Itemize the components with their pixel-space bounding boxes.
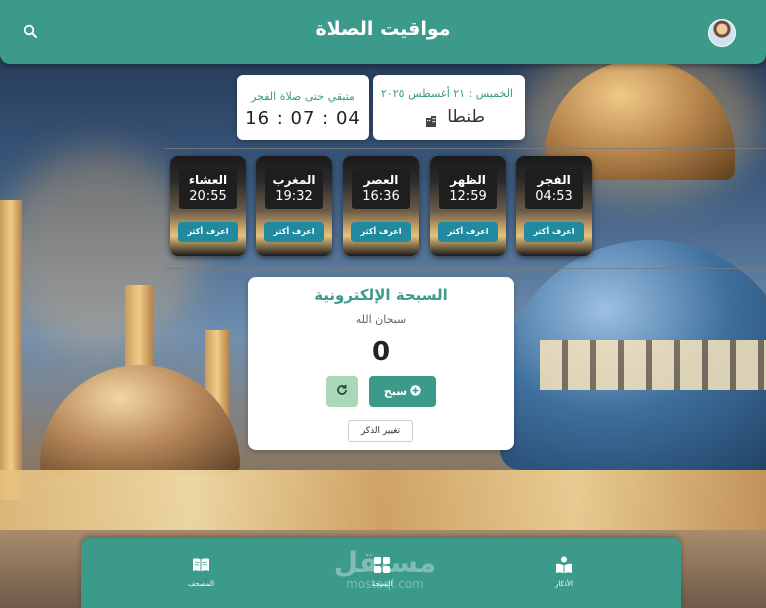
city-name: طنطا — [447, 107, 485, 127]
nav-item-sebha[interactable]: السبحة — [352, 555, 412, 588]
divider-top — [165, 148, 766, 149]
prayer-time: 04:53 — [535, 189, 573, 204]
count-button[interactable]: سبح — [369, 376, 436, 407]
reading-person-icon — [554, 555, 574, 575]
learn-more-button[interactable]: اعرف أكثر — [351, 222, 411, 242]
prayer-info-box: العصر 16:36 — [352, 169, 410, 209]
reset-button[interactable] — [326, 376, 358, 407]
learn-more-button[interactable]: اعرف أكثر — [178, 222, 238, 242]
building-icon — [425, 112, 437, 127]
date-location-card: الخميس : ٢١ أغسطس ٢٠٢٥ طنطا — [373, 75, 525, 140]
nav-item-mushaf[interactable]: المصحف — [171, 555, 231, 588]
prayer-info-box: العشاء 20:55 — [179, 169, 237, 209]
nav-label-azkar: الأذكار — [555, 580, 573, 588]
prayer-name: المغرب — [272, 173, 316, 187]
learn-more-button[interactable]: اعرف أكثر — [524, 222, 584, 242]
prayer-card-maghrib: المغرب 19:32 اعرف أكثر — [256, 156, 332, 256]
date-label: الخميس : ٢١ أغسطس ٢٠٢٥ — [380, 87, 513, 100]
app-header: مواقيت الصلاة — [0, 0, 766, 64]
divider-bottom — [165, 268, 766, 269]
book-icon — [191, 555, 211, 575]
prayer-name: الفجر — [537, 173, 571, 187]
prayer-info-box: الظهر 12:59 — [439, 169, 497, 209]
change-dhikr-button[interactable]: تغيير الذكر — [348, 420, 413, 442]
nav-label-mushaf: المصحف — [188, 580, 214, 588]
dhikr-text: سبحان الله — [355, 313, 407, 326]
nav-label-sebha: السبحة — [371, 580, 393, 588]
tasbih-title: السبحة الإلكترونية — [314, 286, 448, 304]
refresh-icon — [335, 382, 349, 401]
prayer-time: 16:36 — [362, 189, 400, 204]
learn-more-button[interactable]: اعرف أكثر — [438, 222, 498, 242]
tasbih-counter: 0 — [371, 337, 391, 367]
remaining-time: 16 : 07 : 04 — [245, 108, 361, 129]
prayer-card-asr: العصر 16:36 اعرف أكثر — [343, 156, 419, 256]
remaining-time-card: متبقي حتى صلاة الفجر 16 : 07 : 04 — [237, 75, 369, 140]
learn-more-button[interactable]: اعرف أكثر — [264, 222, 324, 242]
count-button-label: سبح — [383, 385, 408, 398]
page-title: مواقيت الصلاة — [315, 18, 451, 40]
bottom-navigation: المصحف السبحة الأذكار — [81, 538, 681, 608]
grid-icon — [372, 555, 392, 575]
prayer-card-isha: العشاء 20:55 اعرف أكثر — [170, 156, 246, 256]
prayer-info-box: الفجر 04:53 — [525, 169, 583, 209]
prayer-card-fajr: الفجر 04:53 اعرف أكثر — [516, 156, 592, 256]
prayer-card-dhuhr: الظهر 12:59 اعرف أكثر — [430, 156, 506, 256]
user-avatar[interactable] — [708, 19, 736, 47]
prayer-time: 20:55 — [189, 189, 227, 204]
prayer-name: العصر — [363, 173, 399, 187]
remaining-label: متبقي حتى صلاة الفجر — [251, 90, 355, 103]
prayer-time: 12:59 — [449, 189, 487, 204]
electronic-tasbih-card: السبحة الإلكترونية سبحان الله 0 سبح تغيي… — [248, 277, 514, 450]
prayer-time: 19:32 — [275, 189, 313, 204]
nav-item-azkar[interactable]: الأذكار — [534, 555, 594, 588]
prayer-name: الظهر — [450, 173, 486, 187]
plus-circle-icon — [410, 384, 421, 399]
prayer-name: العشاء — [188, 173, 228, 187]
prayer-info-box: المغرب 19:32 — [265, 169, 323, 209]
